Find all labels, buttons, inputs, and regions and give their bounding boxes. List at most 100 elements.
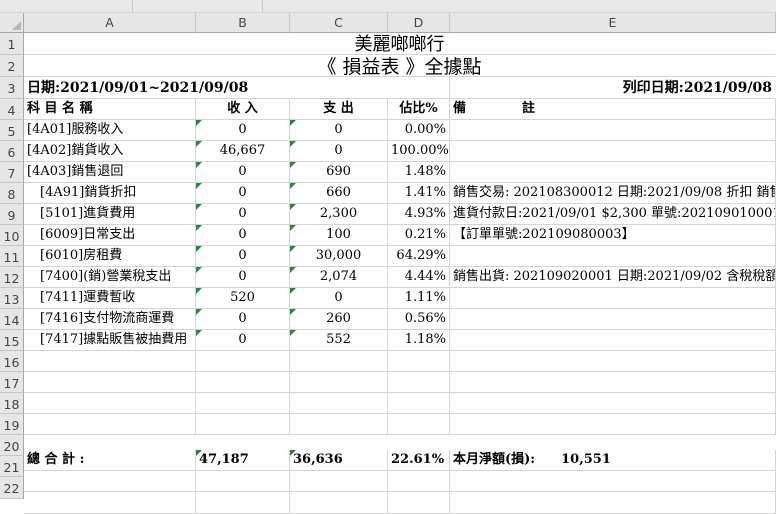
item-remark-cell[interactable] bbox=[450, 162, 776, 183]
empty-cell[interactable] bbox=[196, 471, 290, 492]
empty-cell[interactable] bbox=[450, 492, 776, 514]
item-remark-cell[interactable] bbox=[450, 309, 776, 330]
net-amount-cell[interactable]: 本月淨額(損): 10,551 bbox=[450, 450, 776, 471]
empty-cell[interactable] bbox=[290, 471, 388, 492]
row-header-10[interactable]: 10 bbox=[0, 225, 24, 246]
item-expense-cell[interactable]: 2,074 bbox=[290, 267, 388, 288]
row-header-5[interactable]: 5 bbox=[0, 120, 24, 141]
item-name-cell[interactable]: [7417]據點販售被抽費用 bbox=[24, 330, 196, 351]
item-remark-cell[interactable]: 進貨付款日:2021/09/01 $2,300 單號:202109010001 bbox=[450, 204, 776, 225]
empty-cell[interactable] bbox=[450, 372, 776, 393]
item-income-cell[interactable]: 0 bbox=[196, 183, 290, 204]
item-ratio-cell[interactable]: 0.21% bbox=[388, 225, 450, 246]
empty-cell[interactable] bbox=[388, 351, 450, 372]
empty-cell[interactable] bbox=[24, 471, 196, 492]
item-remark-cell[interactable] bbox=[450, 141, 776, 162]
column-header-c[interactable]: C bbox=[290, 13, 388, 33]
empty-cell[interactable] bbox=[450, 351, 776, 372]
item-ratio-cell[interactable]: 1.41% bbox=[388, 183, 450, 204]
item-income-cell[interactable]: 0 bbox=[196, 267, 290, 288]
item-name-cell[interactable]: [4A02]銷貨收入 bbox=[24, 141, 196, 162]
row-header-12[interactable]: 12 bbox=[0, 267, 24, 288]
item-expense-cell[interactable]: 0 bbox=[290, 120, 388, 141]
item-ratio-cell[interactable]: 1.18% bbox=[388, 330, 450, 351]
empty-cell[interactable] bbox=[388, 393, 450, 414]
row-header-4[interactable]: 4 bbox=[0, 99, 24, 120]
item-name-cell[interactable]: [5101]進貨費用 bbox=[24, 204, 196, 225]
period-cell[interactable]: 日期:2021/09/01~2021/09/08 bbox=[24, 77, 290, 99]
empty-cell[interactable] bbox=[388, 414, 450, 435]
item-income-cell[interactable]: 0 bbox=[196, 120, 290, 141]
item-expense-cell[interactable]: 100 bbox=[290, 225, 388, 246]
item-name-cell[interactable]: [4A91]銷貨折扣 bbox=[24, 183, 196, 204]
total-label[interactable]: 總 合 計 : bbox=[24, 450, 196, 471]
empty-cell[interactable] bbox=[290, 393, 388, 414]
row-header-19[interactable]: 19 bbox=[0, 414, 24, 435]
item-name-cell[interactable]: [7411]運費暫收 bbox=[24, 288, 196, 309]
empty-cell[interactable] bbox=[388, 471, 450, 492]
header-income[interactable]: 收 入 bbox=[196, 99, 290, 120]
report-subtitle[interactable]: 《 損益表 》全據點 bbox=[24, 55, 776, 77]
empty-cell[interactable] bbox=[290, 414, 388, 435]
item-ratio-cell[interactable]: 0.56% bbox=[388, 309, 450, 330]
item-remark-cell[interactable] bbox=[450, 120, 776, 141]
item-name-cell[interactable]: [4A03]銷售退回 bbox=[24, 162, 196, 183]
empty-cell[interactable] bbox=[196, 393, 290, 414]
row-header-20[interactable]: 20 bbox=[0, 435, 24, 456]
item-income-cell[interactable]: 0 bbox=[196, 204, 290, 225]
item-ratio-cell[interactable]: 64.29% bbox=[388, 246, 450, 267]
empty-cell[interactable] bbox=[24, 393, 196, 414]
total-ratio[interactable]: 22.61% bbox=[388, 450, 450, 471]
item-income-cell[interactable]: 0 bbox=[196, 162, 290, 183]
item-remark-cell[interactable] bbox=[450, 330, 776, 351]
empty-cell[interactable] bbox=[290, 351, 388, 372]
empty-cell[interactable] bbox=[196, 372, 290, 393]
item-remark-cell[interactable]: 【訂單單號:202109080003】 bbox=[450, 225, 776, 246]
item-income-cell[interactable]: 520 bbox=[196, 288, 290, 309]
select-all-corner[interactable] bbox=[0, 13, 24, 33]
header-remark[interactable]: 備註 bbox=[450, 99, 776, 120]
empty-cell[interactable] bbox=[290, 372, 388, 393]
empty-cell[interactable] bbox=[196, 414, 290, 435]
empty-cell[interactable] bbox=[24, 492, 196, 514]
row-header-2[interactable]: 2 bbox=[0, 55, 24, 77]
item-name-cell[interactable]: [6009]日常支出 bbox=[24, 225, 196, 246]
item-expense-cell[interactable]: 0 bbox=[290, 141, 388, 162]
empty-cell[interactable] bbox=[450, 414, 776, 435]
item-expense-cell[interactable]: 690 bbox=[290, 162, 388, 183]
header-subject[interactable]: 科 目 名 稱 bbox=[24, 99, 196, 120]
empty-cell[interactable] bbox=[450, 393, 776, 414]
row-header-7[interactable]: 7 bbox=[0, 162, 24, 183]
empty-cell[interactable] bbox=[450, 471, 776, 492]
column-header-e[interactable]: E bbox=[450, 13, 776, 33]
empty-cell[interactable] bbox=[388, 492, 450, 514]
row-header-15[interactable]: 15 bbox=[0, 330, 24, 351]
item-name-cell[interactable]: [7416]支付物流商運費 bbox=[24, 309, 196, 330]
empty-cell[interactable] bbox=[24, 372, 196, 393]
item-expense-cell[interactable]: 552 bbox=[290, 330, 388, 351]
empty-cell[interactable] bbox=[24, 351, 196, 372]
column-header-d[interactable]: D bbox=[388, 13, 450, 33]
report-title[interactable]: 美麗啷啷行 bbox=[24, 33, 776, 55]
row-header-16[interactable]: 16 bbox=[0, 351, 24, 372]
item-ratio-cell[interactable]: 1.48% bbox=[388, 162, 450, 183]
row-header-14[interactable]: 14 bbox=[0, 309, 24, 330]
print-date-cell[interactable]: 列印日期:2021/09/08 bbox=[450, 77, 776, 99]
item-remark-cell[interactable] bbox=[450, 246, 776, 267]
item-name-cell[interactable]: [7400](銷)營業稅支出 bbox=[24, 267, 196, 288]
item-ratio-cell[interactable]: 1.11% bbox=[388, 288, 450, 309]
item-expense-cell[interactable]: 0 bbox=[290, 288, 388, 309]
item-income-cell[interactable]: 0 bbox=[196, 330, 290, 351]
row-header-18[interactable]: 18 bbox=[0, 393, 24, 414]
item-expense-cell[interactable]: 30,000 bbox=[290, 246, 388, 267]
row-header-8[interactable]: 8 bbox=[0, 183, 24, 204]
item-name-cell[interactable]: [4A01]服務收入 bbox=[24, 120, 196, 141]
item-income-cell[interactable]: 46,667 bbox=[196, 141, 290, 162]
row-header-22[interactable]: 22 bbox=[0, 477, 24, 499]
item-ratio-cell[interactable]: 100.00% bbox=[388, 141, 450, 162]
cell-c3[interactable] bbox=[290, 77, 450, 99]
item-ratio-cell[interactable]: 4.44% bbox=[388, 267, 450, 288]
item-remark-cell[interactable]: 銷售出貨: 202109020001 日期:2021/09/02 含稅稅額 bbox=[450, 267, 776, 288]
row-header-13[interactable]: 13 bbox=[0, 288, 24, 309]
item-remark-cell[interactable] bbox=[450, 288, 776, 309]
